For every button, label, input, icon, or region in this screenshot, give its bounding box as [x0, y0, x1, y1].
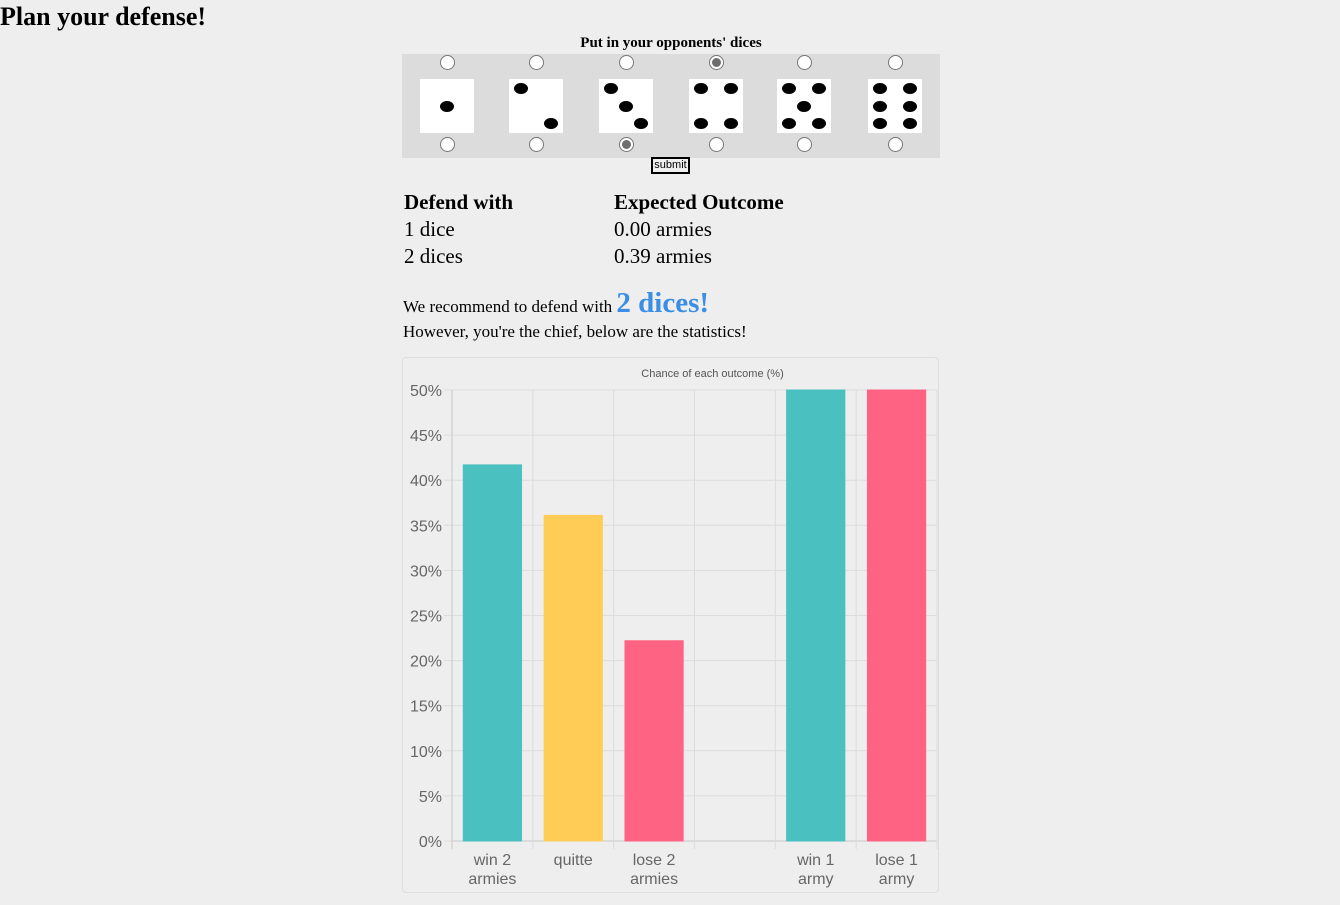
chart-title: Chance of each outcome (%)	[641, 368, 783, 380]
die-pip	[903, 100, 918, 112]
header-defend-with: Defend with	[404, 190, 514, 214]
recommendation-value: 2 dices!	[616, 287, 710, 319]
die-pip	[903, 83, 918, 95]
defense-die-6-radio[interactable]	[888, 137, 903, 152]
outcome-chart-svg: Chance of each outcome (%) 0% 5% 10% 15% 20% 2…	[410, 368, 938, 888]
y-tick-label: 10%	[410, 744, 442, 761]
y-tick-label: 45%	[410, 428, 442, 445]
outcome-chart: Chance of each outcome (%) 0% 5% 10% 15% 20% 2…	[402, 357, 939, 893]
x-tick-label: army	[879, 871, 915, 888]
defense-die-3-radio[interactable]	[619, 137, 634, 152]
die-pip	[513, 83, 528, 95]
die-pip	[724, 83, 739, 95]
die-pip	[544, 117, 559, 129]
y-tick-label: 30%	[410, 563, 442, 580]
defense-die-4-radio[interactable]	[709, 137, 724, 152]
bar	[786, 389, 846, 842]
bar	[866, 389, 927, 842]
y-tick-label: 5%	[419, 789, 442, 806]
attack-die-3-radio[interactable]	[619, 55, 634, 70]
y-tick-label: 25%	[410, 609, 442, 626]
die-pip	[872, 117, 887, 129]
attack-die-2-radio[interactable]	[529, 55, 544, 70]
die-face-2-icon	[509, 79, 563, 133]
die-pip	[634, 117, 649, 129]
die-pip	[693, 117, 708, 129]
die-face-3-icon	[599, 79, 653, 133]
bar	[624, 640, 684, 842]
x-tick-label: army	[798, 871, 834, 888]
x-tick-label: lose 1	[875, 852, 918, 869]
x-tick-label: armies	[468, 871, 516, 888]
die-pip	[619, 100, 633, 112]
die-face-1-icon	[420, 79, 474, 133]
recommendation: We recommend to defend with 2 dices!	[403, 287, 709, 320]
die-pip	[781, 117, 796, 129]
dice-caption: Put in your opponents' dices	[580, 35, 762, 51]
row-defend-1: 1 dice	[404, 217, 455, 241]
die-pip	[872, 100, 887, 112]
bar	[462, 464, 523, 842]
y-tick-label: 50%	[410, 383, 442, 400]
die-pip	[812, 117, 827, 129]
die-pip	[603, 83, 618, 95]
die-pip	[724, 117, 739, 129]
row-defend-2: 2 dices	[404, 244, 463, 268]
die-pip	[903, 117, 918, 129]
attack-die-4-radio[interactable]	[709, 55, 724, 70]
submit-button[interactable]: submit	[651, 157, 690, 174]
row-outcome-1: 0.00 armies	[614, 217, 712, 241]
die-face-4-icon	[689, 79, 743, 133]
attack-die-5-radio[interactable]	[797, 55, 812, 70]
die-pip	[812, 83, 827, 95]
y-tick-label: 20%	[410, 654, 442, 671]
recommendation-prefix: We recommend to defend with	[403, 297, 613, 316]
x-tick-label: quitte	[554, 852, 593, 869]
x-tick-label: win 1	[796, 852, 834, 869]
die-pip	[872, 83, 887, 95]
x-tick-label: armies	[630, 871, 678, 888]
defense-die-5-radio[interactable]	[797, 137, 812, 152]
x-tick-label: win 2	[473, 852, 511, 869]
row-outcome-2: 0.39 armies	[614, 244, 712, 268]
x-tick-label: lose 2	[633, 852, 676, 869]
dice-selector	[402, 54, 940, 158]
defense-die-2-radio[interactable]	[529, 137, 544, 152]
attack-die-1-radio[interactable]	[440, 55, 455, 70]
header-expected-outcome: Expected Outcome	[614, 190, 784, 214]
page-title: Plan your defense!	[0, 2, 207, 31]
die-pip	[693, 83, 708, 95]
die-pip	[797, 100, 811, 112]
die-pip	[781, 83, 796, 95]
recommendation-note: However, you're the chief, below are the…	[403, 322, 747, 341]
die-face-5-icon	[777, 79, 831, 133]
defense-die-1-radio[interactable]	[440, 137, 455, 152]
bar	[543, 514, 603, 842]
y-tick-label: 15%	[410, 699, 442, 716]
attack-die-6-radio[interactable]	[888, 55, 903, 70]
y-tick-label: 40%	[410, 473, 442, 490]
die-face-6-icon	[868, 79, 922, 133]
y-tick-label: 35%	[410, 518, 442, 535]
die-pip	[440, 100, 454, 112]
y-tick-label: 0%	[419, 834, 442, 851]
